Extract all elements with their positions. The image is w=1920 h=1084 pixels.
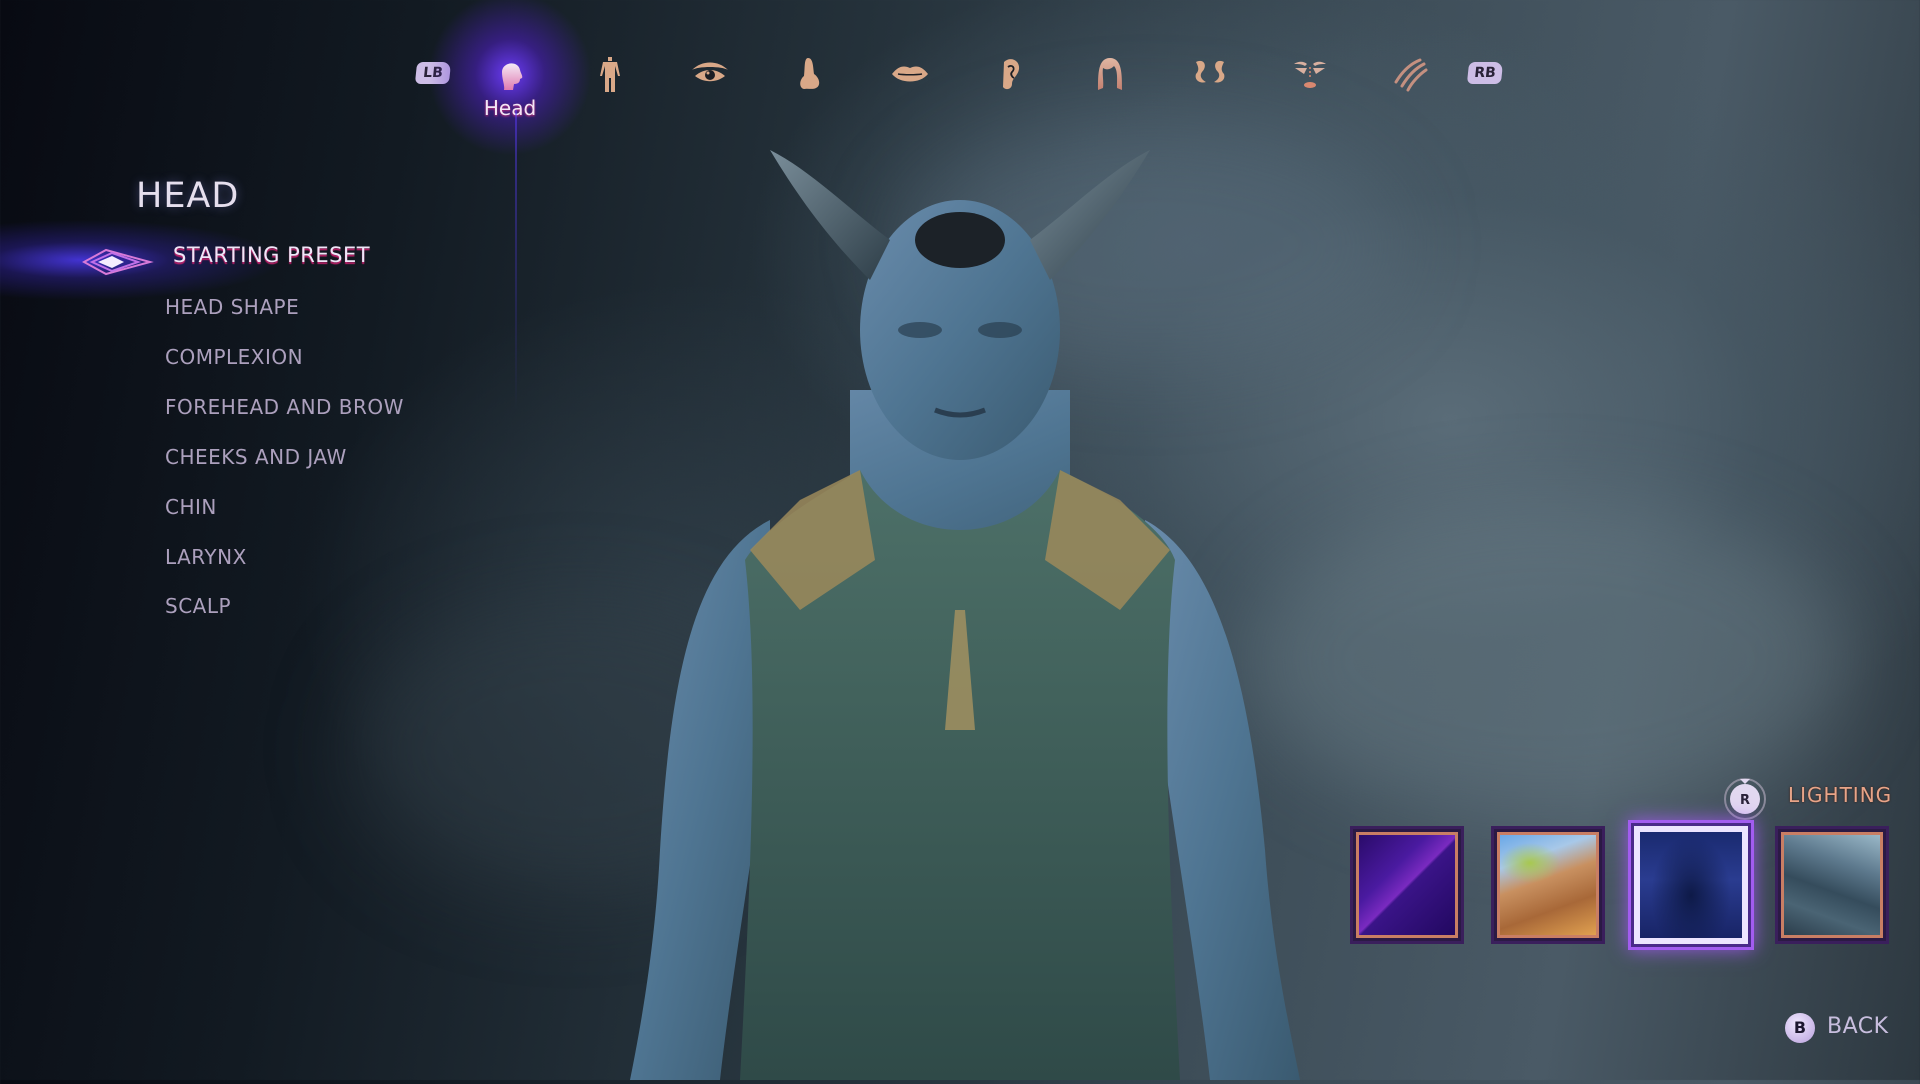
menu-item-complexion[interactable]: COMPLEXION (165, 345, 303, 369)
category-face-paint[interactable] (1288, 52, 1332, 96)
character-preview[interactable] (600, 90, 1320, 1080)
r-button-glyph: R (1740, 793, 1750, 808)
preset-image (1640, 832, 1742, 938)
menu-item-larynx[interactable]: LARYNX (165, 545, 247, 569)
category-nose[interactable] (788, 52, 832, 96)
lighting-label: LIGHTING (1788, 783, 1893, 807)
category-ears[interactable] (988, 52, 1032, 96)
category-horns[interactable] (1188, 52, 1232, 96)
nose-icon (800, 58, 820, 89)
head-icon (502, 63, 523, 90)
lighting-preset-desert-palms[interactable] (1491, 826, 1605, 944)
horns-icon (1195, 60, 1225, 83)
lips-icon (892, 66, 928, 82)
menu-item-starting-preset[interactable]: STARTING PRESET (173, 243, 370, 267)
category-hair[interactable] (1088, 52, 1132, 96)
lighting-preset-purple-studio[interactable] (1350, 826, 1464, 944)
preset-image (1359, 835, 1455, 935)
b-button-icon[interactable]: B (1785, 1013, 1815, 1043)
lighting-preset-misty-hall[interactable] (1775, 826, 1889, 944)
category-scars[interactable] (1388, 52, 1432, 96)
category-bar: LB Head RB (0, 0, 1920, 410)
ear-icon (1003, 59, 1020, 90)
menu-item-scalp[interactable]: SCALP (165, 594, 231, 618)
scar-claw-icon (1394, 58, 1428, 92)
category-head[interactable] (428, 0, 592, 156)
menu-item-forehead-and-brow[interactable]: FOREHEAD AND BROW (165, 395, 404, 419)
r-stick-button[interactable]: R (1722, 775, 1768, 821)
fog-cloud (1250, 500, 1850, 820)
category-mouth[interactable] (888, 52, 932, 96)
menu-item-cheeks-and-jaw[interactable]: CHEEKS AND JAW (165, 445, 347, 469)
menu-item-head-shape[interactable]: HEAD SHAPE (165, 295, 299, 319)
back-button[interactable]: BACK (1827, 1014, 1889, 1039)
face-paint-icon (1294, 61, 1326, 88)
body-icon (600, 57, 620, 92)
rb-bumper-button[interactable]: RB (1466, 62, 1504, 84)
active-glow (515, 110, 517, 410)
preset-image (1500, 835, 1596, 935)
active-category-label: Head (483, 96, 537, 120)
category-eyes[interactable] (688, 52, 732, 96)
character-model (630, 150, 1300, 1080)
preset-image (1784, 835, 1880, 935)
section-title: HEAD (136, 176, 240, 216)
selection-diamond-icon (82, 248, 154, 276)
menu-item-chin[interactable]: CHIN (165, 495, 217, 519)
category-body[interactable] (588, 52, 632, 96)
hair-icon (1098, 58, 1122, 90)
eye-icon (692, 62, 728, 82)
lighting-preset-blue-night-ruins[interactable] (1628, 820, 1754, 950)
